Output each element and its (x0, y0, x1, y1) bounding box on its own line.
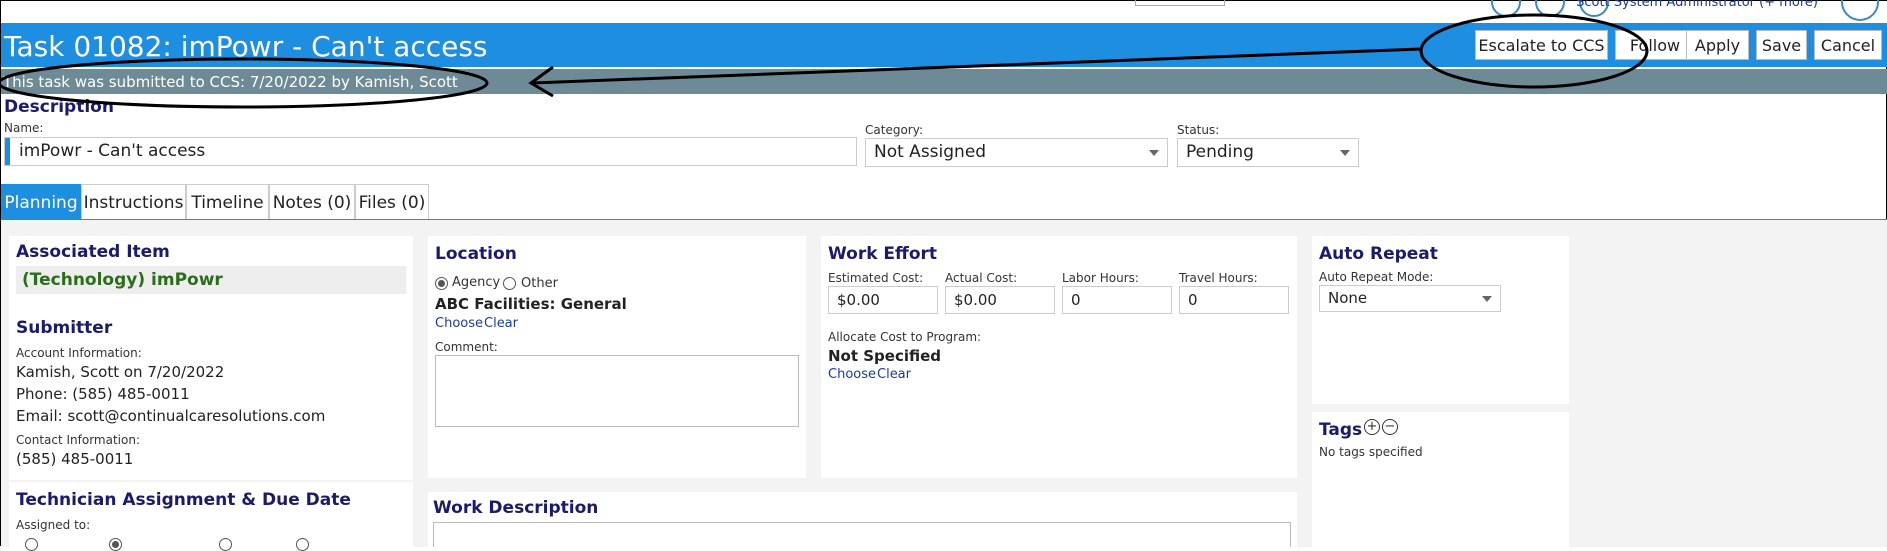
top-strip: Scott System Administrator (+ more) (1, 0, 1887, 23)
location-panel: Location Agency Other ABC Facilities: Ge… (428, 236, 806, 478)
assign-radio-3[interactable] (219, 538, 232, 551)
email-line: Email: scott@continualcaresolutions.com (16, 407, 326, 425)
agency-label: Agency (452, 275, 501, 290)
submitted-notice: This task was submitted to CCS: 7/20/202… (3, 73, 458, 91)
category-select[interactable]: Not Assigned (865, 138, 1168, 167)
submitted-notice-bar: This task was submitted to CCS: 7/20/202… (1, 69, 1887, 94)
planning-content: Associated Item (Technology) imPowr Subm… (1, 220, 1887, 551)
remove-tag-icon[interactable]: − (1382, 419, 1398, 435)
actual-cost-input[interactable]: $0.00 (945, 286, 1055, 314)
auto-repeat-panel: Auto Repeat Auto Repeat Mode: None (1312, 236, 1569, 404)
category-label: Category: (865, 123, 923, 137)
apply-button[interactable]: Apply (1686, 30, 1749, 60)
tab-notes[interactable]: Notes (0) (269, 184, 355, 220)
follow-button[interactable]: Follow (1615, 30, 1695, 60)
labor-hours-label: Labor Hours: (1062, 271, 1139, 285)
cancel-button[interactable]: Cancel (1814, 30, 1882, 60)
avatar[interactable] (1841, 0, 1879, 21)
assign-radio-2[interactable] (109, 538, 122, 551)
account-info-label: Account Information: (16, 346, 142, 360)
allocate-value: Not Specified (828, 347, 942, 365)
tab-timeline[interactable]: Timeline (186, 184, 269, 220)
allocate-clear-link[interactable]: Clear (877, 367, 911, 382)
location-heading: Location (435, 244, 517, 264)
save-button[interactable]: Save (1756, 30, 1807, 60)
allocate-choose-link[interactable]: Choose (828, 367, 876, 382)
auto-repeat-heading: Auto Repeat (1319, 244, 1438, 264)
name-label: Name: (4, 121, 44, 135)
auto-repeat-mode-value: None (1328, 289, 1368, 307)
other-radio[interactable] (503, 277, 516, 290)
agency-radio[interactable] (435, 277, 448, 290)
account-info-line: Kamish, Scott on 7/20/2022 (16, 363, 225, 381)
escalate-button[interactable]: Escalate to CCS (1475, 30, 1608, 60)
submitter-heading: Submitter (16, 318, 113, 338)
location-clear-link[interactable]: Clear (484, 316, 518, 331)
location-choose-link[interactable]: Choose (435, 316, 483, 331)
add-tag-icon[interactable]: + (1364, 419, 1380, 435)
assign-radio-1[interactable] (25, 538, 38, 551)
help-icon[interactable] (1491, 0, 1521, 17)
tab-instructions[interactable]: Instructions (81, 184, 186, 220)
name-input-value: imPowr - Can't access (19, 141, 206, 161)
labor-hours-input[interactable]: 0 (1062, 286, 1172, 314)
description-heading: Description (4, 97, 114, 117)
tags-heading: Tags (1319, 420, 1363, 440)
associated-panel-bg: Associated Item (Technology) imPowr (9, 236, 413, 318)
status-select-value: Pending (1186, 142, 1254, 162)
estimated-cost-input[interactable]: $0.00 (828, 286, 938, 314)
tags-panel: Tags + − No tags specified (1312, 412, 1569, 547)
auto-repeat-mode-label: Auto Repeat Mode: (1319, 270, 1434, 284)
contact-info-label: Contact Information: (16, 433, 141, 447)
status-select[interactable]: Pending (1177, 138, 1359, 167)
user-menu[interactable]: Scott System Administrator (+ more) (1576, 0, 1818, 10)
chevron-down-icon (1482, 296, 1492, 302)
page-title: Task 01082: imPowr - Can't access (4, 30, 488, 63)
chevron-down-icon (1340, 150, 1350, 156)
associated-value-box: (Technology) imPowr (16, 266, 406, 294)
category-select-value: Not Assigned (874, 142, 987, 162)
tab-files[interactable]: Files (0) (355, 184, 429, 220)
assign-radio-4[interactable] (296, 538, 309, 551)
associated-heading: Associated Item (16, 242, 170, 262)
work-description-textarea[interactable] (433, 522, 1291, 547)
name-input-accent (5, 138, 10, 165)
tab-planning[interactable]: Planning (1, 184, 81, 220)
work-description-heading: Work Description (433, 498, 599, 518)
other-label: Other (521, 276, 558, 291)
name-input[interactable]: imPowr - Can't access (4, 137, 857, 166)
assigned-to-label: Assigned to: (16, 518, 91, 532)
travel-hours-label: Travel Hours: (1179, 271, 1258, 285)
technician-heading: Technician Assignment & Due Date (16, 490, 351, 510)
header-search-box[interactable] (1135, 0, 1225, 6)
estimated-cost-label: Estimated Cost: (828, 271, 924, 285)
allocate-label: Allocate Cost to Program: (828, 330, 982, 344)
notifications-icon[interactable] (1535, 0, 1565, 17)
technician-panel: Technician Assignment & Due Date Assigne… (9, 482, 413, 551)
status-label: Status: (1177, 123, 1220, 137)
work-description-panel: Work Description (428, 492, 1297, 547)
chevron-down-icon (1149, 150, 1159, 156)
comment-textarea[interactable] (435, 355, 799, 427)
work-effort-panel: Work Effort Estimated Cost: $0.00 Actual… (821, 236, 1297, 478)
associated-value[interactable]: (Technology) imPowr (22, 270, 223, 290)
actual-cost-label: Actual Cost: (945, 271, 1018, 285)
work-effort-heading: Work Effort (828, 244, 938, 264)
location-value: ABC Facilities: General (435, 295, 627, 313)
auto-repeat-mode-select[interactable]: None (1319, 285, 1501, 312)
travel-hours-input[interactable]: 0 (1179, 286, 1289, 314)
phone-line: Phone: (585) 485-0011 (16, 385, 190, 403)
contact-info-line: (585) 485-0011 (16, 450, 134, 468)
comment-label: Comment: (435, 340, 498, 354)
submitter-panel: Submitter Account Information: Kamish, S… (9, 310, 413, 480)
no-tags-text: No tags specified (1319, 445, 1423, 459)
